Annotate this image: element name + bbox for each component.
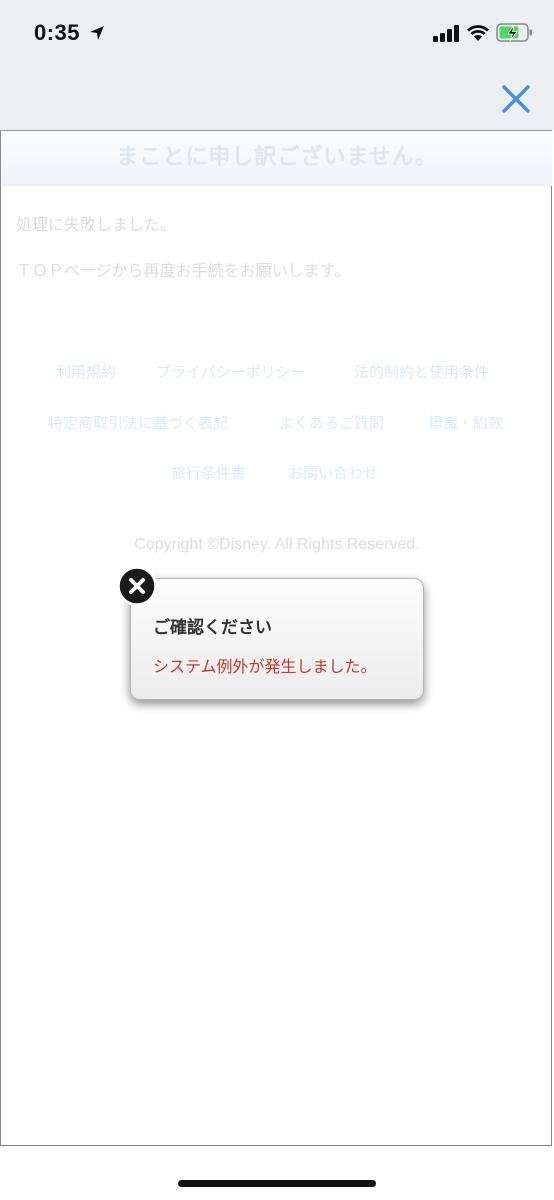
- dialog-close-icon[interactable]: [117, 566, 157, 606]
- close-icon[interactable]: [497, 80, 535, 118]
- footer-link-faq[interactable]: よくあるご質問: [279, 412, 384, 433]
- footer-link-privacy[interactable]: プライバシーポリシー: [156, 361, 306, 382]
- home-indicator[interactable]: [178, 1180, 376, 1187]
- footer-link-commerce-law[interactable]: 特定商取引法に基づく表記: [48, 412, 228, 433]
- cellular-signal-icon: [433, 25, 459, 42]
- nav-bar: [0, 66, 554, 130]
- dialog-message: システム例外が発生しました。: [153, 657, 377, 676]
- footer-link-contact[interactable]: お問い合わせ: [288, 462, 378, 483]
- error-message: 処理に失敗しました。: [16, 215, 177, 234]
- battery-charging-icon: [496, 23, 532, 42]
- wifi-icon: [467, 25, 489, 41]
- confirm-dialog: ご確認ください システム例外が発生しました。: [130, 578, 424, 700]
- copyright: Copyright ©Disney. All Rights Reserved.: [134, 536, 420, 553]
- footer-link-legal[interactable]: 法的制約と使用条件: [354, 361, 489, 382]
- footer-link-terms[interactable]: 利用規約: [56, 361, 116, 382]
- footer-link-terms-conditions[interactable]: 標識・約款: [428, 412, 503, 433]
- status-time: 0:35: [34, 20, 81, 45]
- page-title: まことに申し訳ございません。: [2, 131, 552, 186]
- footer-link-travel-conditions[interactable]: 旅行条件書: [171, 462, 246, 483]
- status-bar: 0:35: [0, 0, 554, 66]
- location-arrow-icon: [90, 26, 104, 40]
- instruction-text: ＴＯＰページから再度お手続をお願いします。: [16, 261, 351, 280]
- dialog-title: ご確認ください: [153, 618, 272, 638]
